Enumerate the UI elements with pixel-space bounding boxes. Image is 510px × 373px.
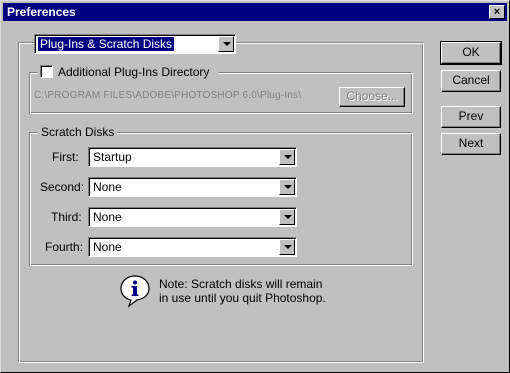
fourth-disk-label: Fourth: [45,240,84,254]
ok-button[interactable]: OK [440,41,502,65]
chevron-down-icon[interactable] [218,36,234,52]
fourth-disk-value: None [93,240,122,254]
title-bar[interactable]: Preferences × [3,3,507,21]
chevron-down-icon[interactable] [279,209,295,225]
additional-plugins-checkbox[interactable] [40,65,53,78]
third-disk-label: Third: [51,210,82,224]
additional-plugins-label[interactable]: Additional Plug-Ins Directory [58,65,209,79]
next-button[interactable]: Next [441,133,501,155]
third-disk-select[interactable]: None [88,207,297,227]
note-line-2: in use until you quit Photoshop. [159,291,326,305]
close-button[interactable]: × [489,5,505,19]
scratch-disks-title: Scratch Disks [38,125,118,139]
chevron-down-icon[interactable] [279,149,295,165]
cancel-button[interactable]: Cancel [441,70,501,92]
second-disk-value: None [93,180,122,194]
third-disk-value: None [93,210,122,224]
second-disk-select[interactable]: None [88,177,297,197]
fourth-disk-select[interactable]: None [88,237,297,257]
note-line-1: Note: Scratch disks will remain [159,277,323,291]
preferences-dialog: Preferences × Plug-Ins & Scratch Disks A… [0,0,510,373]
second-disk-label: Second: [40,180,85,194]
first-disk-value: Startup [93,150,132,164]
info-icon [120,275,150,308]
plugins-group-header: Additional Plug-Ins Directory [37,64,219,80]
first-disk-select[interactable]: Startup [88,147,297,167]
panel-select-value: Plug-Ins & Scratch Disks [38,37,175,51]
chevron-down-icon[interactable] [279,239,295,255]
plugins-path: C:\PROGRAM FILES\ADOBE\PHOTOSHOP 6.0\Plu… [34,90,302,101]
choose-button[interactable]: Choose... [339,87,405,107]
prev-button[interactable]: Prev [441,106,501,128]
panel-select[interactable]: Plug-Ins & Scratch Disks [34,34,236,54]
chevron-down-icon[interactable] [279,179,295,195]
window-title: Preferences [7,5,76,19]
first-disk-label: First: [52,150,79,164]
